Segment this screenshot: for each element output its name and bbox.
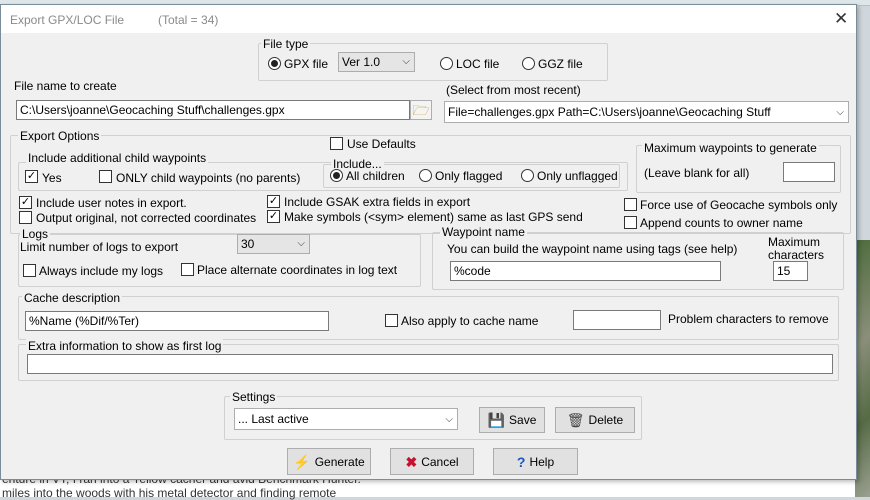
- chevron-down-icon: ⌵: [402, 56, 410, 67]
- settings-label: Settings: [230, 390, 278, 404]
- export-dialog: Export GPX/LOC File (Total = 34) ✕ File …: [0, 4, 857, 480]
- version-select[interactable]: Ver 1.0 ⌵: [338, 52, 415, 72]
- cancel-label: Cancel: [421, 454, 459, 469]
- child-yes-checkbox[interactable]: ✓: [25, 170, 38, 183]
- help-button[interactable]: ? Help: [493, 448, 578, 475]
- only-flagged-label: Only flagged: [435, 169, 503, 183]
- all-children-radio[interactable]: [330, 169, 343, 182]
- always-mine-checkbox[interactable]: [23, 264, 36, 277]
- waypoint-name-hint: You can build the waypoint name using ta…: [447, 242, 738, 256]
- red-x-icon: ✖: [405, 453, 418, 470]
- loc-label: LOC file: [456, 57, 500, 71]
- original-coords-checkbox[interactable]: [19, 211, 32, 224]
- ggz-label: GGZ file: [538, 57, 583, 71]
- append-counts-checkbox[interactable]: [624, 216, 637, 229]
- extra-info-label: Extra information to show as first log: [26, 339, 224, 353]
- logs-limit-value: 30: [241, 237, 255, 251]
- trash-icon: 🗑: [566, 412, 585, 428]
- file-name-label: File name to create: [14, 79, 117, 93]
- max-chars-label-1: Maximum: [768, 235, 821, 249]
- help-icon: ?: [516, 453, 526, 470]
- max-chars-label-2: characters: [768, 248, 825, 262]
- file-name-input[interactable]: C:\Users\joanne\Geocaching Stuff\challen…: [16, 100, 410, 120]
- help-label: Help: [529, 454, 555, 469]
- recent-files-value: File=challenges.gpx Path=C:\Users\joanne…: [448, 105, 771, 119]
- gpx-radio[interactable]: [268, 57, 281, 70]
- ggz-radio[interactable]: [522, 57, 535, 70]
- delete-label: Delete: [588, 413, 624, 427]
- logs-limit-select[interactable]: 30 ⌵: [237, 234, 310, 254]
- save-button[interactable]: 💾 Save: [479, 407, 545, 433]
- chevron-down-icon: ⌵: [445, 414, 453, 425]
- waypoint-name-label: Waypoint name: [440, 225, 527, 239]
- save-label: Save: [509, 413, 537, 427]
- force-symbols-label: Force use of Geocache symbols only: [640, 198, 838, 212]
- only-unflagged-label: Only unflagged: [537, 169, 618, 183]
- title-bar: Export GPX/LOC File (Total = 34) ✕: [1, 5, 856, 33]
- problem-chars-label: Problem characters to remove: [668, 312, 829, 326]
- cancel-button[interactable]: ✖ Cancel: [390, 448, 474, 475]
- user-notes-label: Include user notes in export.: [36, 196, 187, 210]
- only-flagged-radio[interactable]: [419, 169, 432, 182]
- cache-description-label: Cache description: [22, 291, 123, 305]
- chevron-down-icon: ⌵: [297, 238, 305, 249]
- gpx-label: GPX file: [284, 57, 329, 71]
- recent-files-select[interactable]: File=challenges.gpx Path=C:\Users\joanne…: [444, 101, 849, 123]
- loc-radio[interactable]: [440, 57, 453, 70]
- settings-select[interactable]: ... Last active ⌵: [234, 408, 458, 430]
- close-icon[interactable]: ✕: [834, 9, 848, 29]
- original-coords-label: Output original, not corrected coordinat…: [36, 211, 257, 225]
- max-chars-input[interactable]: 15: [773, 261, 808, 281]
- logs-label: Logs: [20, 227, 51, 241]
- generate-label: Generate: [314, 454, 365, 469]
- force-symbols-checkbox[interactable]: [624, 198, 637, 211]
- generate-button[interactable]: ⚡ Generate: [287, 448, 371, 475]
- export-options-label: Export Options: [18, 129, 102, 143]
- max-waypoints-label: Maximum waypoints to generate: [642, 141, 819, 155]
- alt-coords-label: Place alternate coordinates in log text: [197, 263, 398, 277]
- background-map: [855, 240, 870, 497]
- waypoint-name-input[interactable]: %code: [450, 261, 721, 281]
- only-unflagged-radio[interactable]: [521, 169, 534, 182]
- cache-description-input[interactable]: %Name (%Dif/%Ter): [25, 311, 329, 331]
- max-waypoints-input[interactable]: [783, 162, 835, 182]
- window-title: Export GPX/LOC File: [10, 13, 125, 27]
- folder-open-icon: 🗁: [412, 102, 430, 118]
- gsak-fields-checkbox[interactable]: ✓: [267, 195, 280, 208]
- version-value: Ver 1.0: [342, 55, 381, 69]
- gsak-fields-label: Include GSAK extra fields in export: [284, 195, 471, 209]
- only-child-checkbox[interactable]: [99, 170, 112, 183]
- use-defaults-label: Use Defaults: [347, 137, 416, 151]
- chevron-down-icon: ⌵: [836, 107, 844, 118]
- always-mine-label: Always include my logs: [39, 264, 164, 278]
- file-type-label: File type: [261, 37, 311, 51]
- apply-cache-name-checkbox[interactable]: [385, 314, 398, 327]
- user-notes-checkbox[interactable]: ✓: [19, 196, 32, 209]
- make-symbols-label: Make symbols (<sym> element) same as las…: [284, 210, 583, 224]
- recent-label: (Select from most recent): [446, 83, 581, 97]
- append-counts-label: Append counts to owner name: [640, 216, 803, 230]
- floppy-disk-icon: 💾: [487, 412, 506, 428]
- apply-cache-name-label: Also apply to cache name: [401, 314, 539, 328]
- use-defaults-checkbox[interactable]: [330, 137, 343, 150]
- background-text-line: miles into the woods with his metal dete…: [2, 486, 337, 500]
- settings-value: ... Last active: [238, 412, 309, 426]
- make-symbols-checkbox[interactable]: ✓: [267, 210, 280, 223]
- child-yes-label: Yes: [42, 171, 62, 185]
- browse-folder-button[interactable]: 🗁: [410, 100, 432, 120]
- logs-limit-label: Limit number of logs to export: [20, 240, 179, 254]
- total-count: (Total = 34): [158, 13, 219, 27]
- problem-chars-input[interactable]: [573, 310, 661, 330]
- all-children-label: All children: [346, 169, 405, 183]
- alt-coords-checkbox[interactable]: [181, 263, 194, 276]
- delete-button[interactable]: 🗑 Delete: [555, 407, 635, 433]
- lightning-icon: ⚡: [293, 453, 311, 470]
- max-waypoints-hint: (Leave blank for all): [644, 166, 750, 180]
- extra-info-input[interactable]: [27, 354, 833, 374]
- child-waypoints-label: Include additional child waypoints: [26, 151, 209, 165]
- only-child-label: ONLY child waypoints (no parents): [116, 171, 301, 185]
